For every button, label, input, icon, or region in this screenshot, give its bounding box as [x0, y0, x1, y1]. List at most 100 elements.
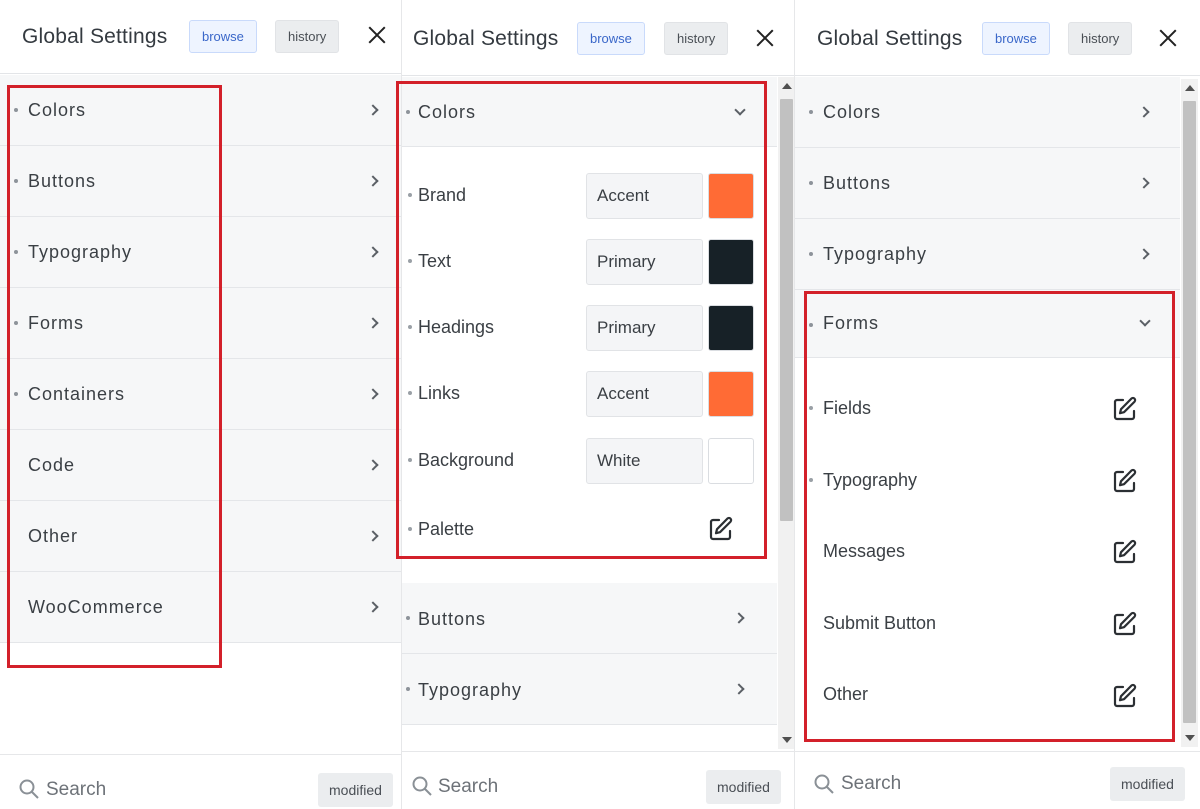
search-icon [412, 776, 432, 796]
edit-icon[interactable] [1110, 609, 1140, 639]
bullet-dot [14, 392, 18, 396]
panel-title: Global Settings [22, 25, 168, 48]
category-label: Forms [28, 313, 84, 333]
bullet-dot [809, 110, 813, 114]
category-typography[interactable]: Typography [0, 217, 401, 288]
subitem-label: Other [823, 684, 869, 704]
text-color-select[interactable]: Primary [586, 239, 703, 285]
background-color-select[interactable]: White [586, 438, 703, 484]
modified-filter-button[interactable]: modified [706, 770, 781, 804]
chevron-right-icon [1138, 248, 1150, 260]
subitem-label: Messages [823, 541, 906, 561]
scrollbar-thumb[interactable] [780, 99, 793, 521]
category-woocommerce[interactable]: WooCommerce [0, 572, 401, 643]
bullet-dot [406, 687, 410, 691]
close-icon[interactable] [754, 27, 776, 49]
subitem-label: Fields [823, 398, 872, 418]
modified-filter-button[interactable]: modified [318, 773, 393, 807]
links-color-select[interactable]: Accent [586, 371, 703, 417]
chevron-right-icon [733, 612, 745, 624]
panel-header: Global Settings browse history [402, 0, 794, 76]
bullet-dot [406, 110, 410, 114]
panel-title: Global Settings [413, 27, 559, 50]
bullet-dot [809, 252, 813, 256]
color-row-label: Headings [418, 317, 495, 337]
panel-title: Global Settings [817, 27, 963, 50]
category-forms-expanded[interactable]: Forms [795, 290, 1180, 358]
category-label: Code [28, 455, 76, 475]
search-input[interactable]: Search [46, 779, 106, 801]
headings-color-select[interactable]: Primary [586, 305, 703, 351]
category-buttons[interactable]: Buttons [402, 583, 777, 654]
browse-tab[interactable]: browse [189, 20, 257, 53]
close-icon[interactable] [1157, 27, 1179, 49]
text-color-swatch[interactable] [708, 239, 754, 285]
category-code[interactable]: Code [0, 430, 401, 501]
background-color-swatch[interactable] [708, 438, 754, 484]
category-label: Colors [823, 102, 882, 122]
category-colors[interactable]: Colors [795, 77, 1180, 148]
scrollbar-thumb[interactable] [1183, 101, 1196, 723]
chevron-down-icon [734, 104, 746, 116]
bullet-dot [408, 259, 412, 263]
scroll-down-arrow[interactable] [782, 737, 792, 743]
category-containers[interactable]: Containers [0, 359, 401, 430]
search-input[interactable]: Search [438, 776, 498, 798]
category-typography[interactable]: Typography [402, 654, 777, 725]
bullet-dot [14, 179, 18, 183]
bullet-dot [408, 458, 412, 462]
search-input[interactable]: Search [841, 773, 901, 795]
chevron-right-icon [367, 175, 379, 187]
category-forms[interactable]: Forms [0, 288, 401, 359]
history-tab[interactable]: history [275, 20, 340, 53]
bullet-dot [408, 527, 412, 531]
edit-icon[interactable] [1110, 466, 1140, 496]
chevron-right-icon [367, 104, 379, 116]
history-tab[interactable]: history [664, 22, 729, 55]
category-label: Typography [823, 244, 928, 264]
bullet-dot [14, 108, 18, 112]
brand-color-select[interactable]: Accent [586, 173, 703, 219]
settings-panel-2: Global Settings browse history Colors Br… [402, 0, 795, 809]
bullet-dot [809, 478, 813, 482]
headings-color-swatch[interactable] [708, 305, 754, 351]
search-footer: Search modified [0, 754, 401, 809]
category-buttons[interactable]: Buttons [795, 148, 1180, 219]
scroll-up-arrow[interactable] [782, 83, 792, 89]
bullet-dot [809, 406, 813, 410]
category-label: Colors [418, 102, 477, 122]
bullet-dot [809, 181, 813, 185]
category-colors-expanded[interactable]: Colors [402, 77, 777, 147]
bullet-dot [408, 325, 412, 329]
bullet-dot [408, 193, 412, 197]
modified-filter-button[interactable]: modified [1110, 767, 1185, 801]
chevron-right-icon [1138, 106, 1150, 118]
category-buttons[interactable]: Buttons [0, 146, 401, 217]
edit-icon[interactable] [706, 514, 736, 544]
chevron-right-icon [367, 601, 379, 613]
browse-tab[interactable]: browse [982, 22, 1050, 55]
category-label: Typography [418, 680, 523, 700]
color-row-label: Background [418, 450, 515, 470]
scroll-down-arrow[interactable] [1185, 735, 1195, 741]
bullet-dot [14, 250, 18, 254]
close-icon[interactable] [366, 24, 388, 46]
category-typography[interactable]: Typography [795, 219, 1180, 290]
edit-icon[interactable] [1110, 394, 1140, 424]
panel-scrollbar[interactable] [778, 77, 794, 749]
category-other[interactable]: Other [0, 501, 401, 572]
brand-color-swatch[interactable] [708, 173, 754, 219]
history-tab[interactable]: history [1068, 22, 1133, 55]
bullet-dot [809, 323, 813, 327]
chevron-right-icon [367, 246, 379, 258]
palette-label: Palette [418, 519, 475, 539]
browse-tab[interactable]: browse [577, 22, 645, 55]
category-colors[interactable]: Colors [0, 75, 401, 146]
edit-icon[interactable] [1110, 681, 1140, 711]
edit-icon[interactable] [1110, 537, 1140, 567]
scroll-up-arrow[interactable] [1185, 85, 1195, 91]
links-color-swatch[interactable] [708, 371, 754, 417]
panel-scrollbar[interactable] [1181, 79, 1198, 747]
chevron-down-icon [1139, 315, 1151, 327]
category-label: Buttons [823, 173, 892, 193]
